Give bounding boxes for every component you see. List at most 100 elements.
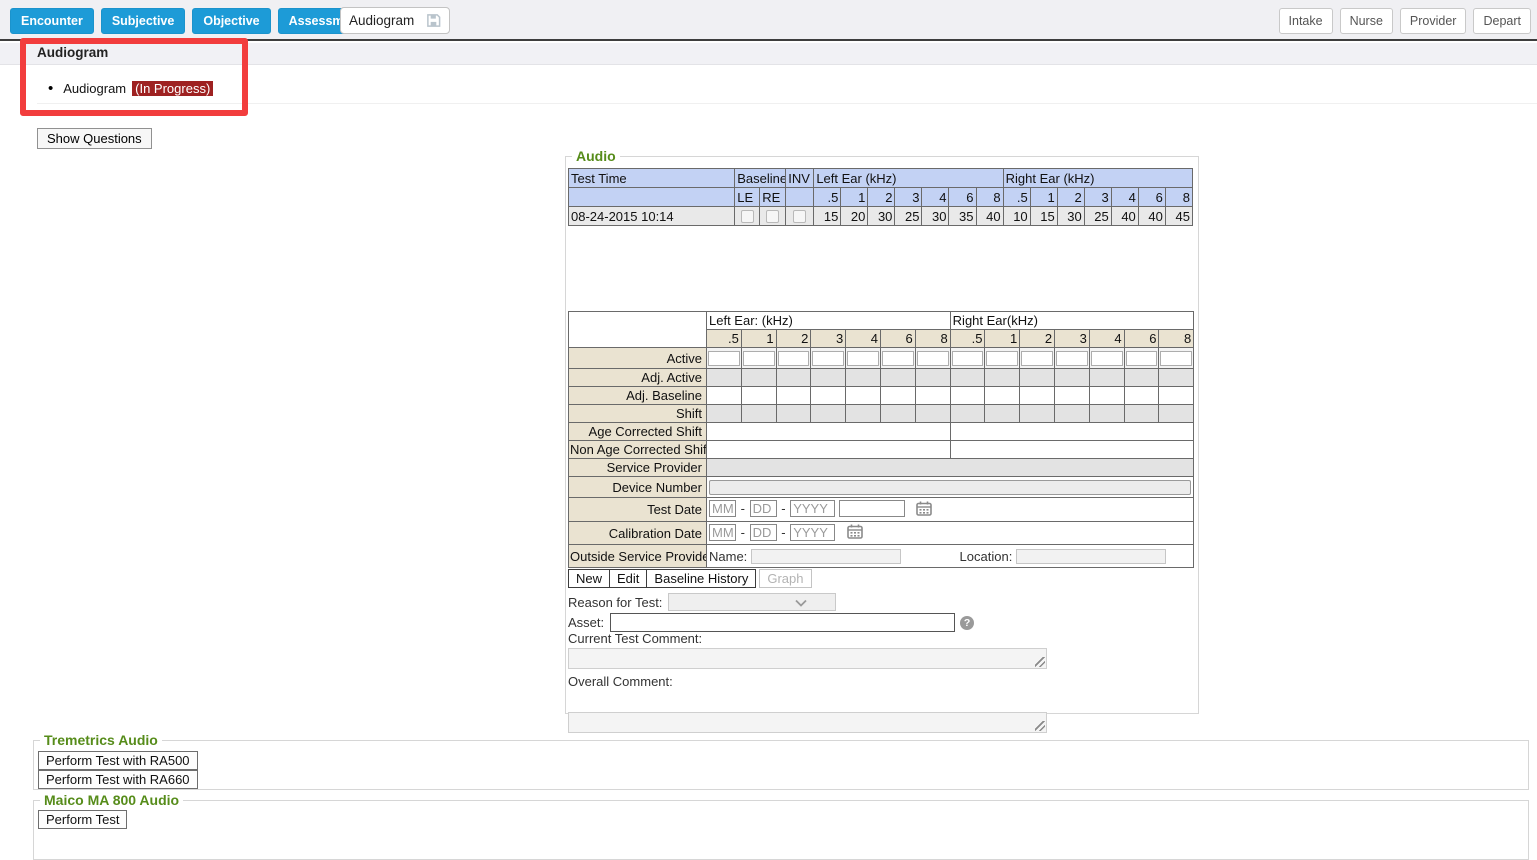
depart-button[interactable]: Depart (1473, 8, 1531, 34)
current-test-comment-textarea[interactable] (568, 648, 1047, 669)
active-input-cell[interactable] (741, 348, 776, 369)
freq-header: 2 (868, 188, 895, 207)
row-label-adj-baseline: Adj. Baseline (569, 387, 707, 405)
audiogram-list-item[interactable]: Audiogram (In Progress) (48, 80, 213, 97)
active-input-cell[interactable] (776, 348, 811, 369)
freq-header: 8 (1165, 188, 1192, 207)
left-value: 20 (841, 207, 868, 226)
freq-header: .5 (1003, 188, 1030, 207)
left-value: 35 (949, 207, 976, 226)
calibration-date-dd-input[interactable] (750, 524, 777, 541)
age-shift-left-cell (707, 423, 951, 441)
test-date-dd-input[interactable] (750, 500, 777, 517)
active-input-cell[interactable] (1089, 348, 1124, 369)
active-input-cell[interactable] (985, 348, 1020, 369)
grid-freq-header: .5 (950, 330, 985, 348)
active-input-cell[interactable] (846, 348, 881, 369)
overall-comment-textarea[interactable] (568, 712, 1047, 733)
active-input-cell[interactable] (707, 348, 742, 369)
left-value: 25 (895, 207, 922, 226)
list-item-label: Audiogram (63, 81, 126, 96)
non-age-shift-right-cell (950, 441, 1194, 459)
perform-test-button[interactable]: Perform Test (38, 810, 127, 829)
audio-history-table: Test Time Baseline INV Left Ear (kHz) Ri… (568, 168, 1193, 226)
active-input-cell[interactable] (1124, 348, 1159, 369)
row-label-outside-service-provider: Outside Service Provider (569, 545, 707, 568)
nurse-button[interactable]: Nurse (1340, 8, 1393, 34)
freq-header: 1 (1030, 188, 1057, 207)
active-input-cell[interactable] (811, 348, 846, 369)
outside-location-input[interactable] (1016, 549, 1166, 564)
baseline-le-cell (735, 207, 760, 226)
col-re: RE (760, 188, 786, 207)
active-input-cell[interactable] (1055, 348, 1090, 369)
intake-button[interactable]: Intake (1279, 8, 1333, 34)
asset-input[interactable] (610, 613, 955, 632)
help-icon[interactable]: ? (960, 616, 974, 630)
resize-grip-icon[interactable] (1035, 657, 1045, 667)
resize-grip-icon[interactable] (1035, 721, 1045, 731)
history-row: 08-24-2015 10:14 15 20 30 25 30 35 40 10… (569, 207, 1193, 226)
subjective-button[interactable]: Subjective (101, 8, 186, 34)
row-label-adj-active: Adj. Active (569, 369, 707, 387)
active-input-cell[interactable] (950, 348, 985, 369)
new-button[interactable]: New (568, 569, 610, 588)
col-inv: INV (786, 169, 814, 188)
row-label-calibration-date: Calibration Date (569, 522, 707, 545)
active-input-cell[interactable] (1159, 348, 1194, 369)
test-date-yyyy-input[interactable] (790, 500, 835, 517)
calendar-icon[interactable] (916, 501, 932, 519)
freq-header: .5 (814, 188, 841, 207)
test-time-value[interactable]: 08-24-2015 10:14 (569, 207, 735, 226)
freq-header: 4 (1111, 188, 1138, 207)
grid-freq-header: 8 (1159, 330, 1194, 348)
calibration-date-yyyy-input[interactable] (790, 524, 835, 541)
asset-row: Asset: ? (568, 613, 974, 632)
right-value: 40 (1138, 207, 1165, 226)
grid-freq-header: 4 (846, 330, 881, 348)
grid-freq-header: .5 (707, 330, 742, 348)
inv-checkbox (793, 210, 806, 223)
row-label-active: Active (569, 348, 707, 369)
perform-test-ra500-button[interactable]: Perform Test with RA500 (38, 751, 198, 770)
row-label-service-provider: Service Provider (569, 459, 707, 477)
baseline-history-button[interactable]: Baseline History (646, 569, 756, 588)
edit-button[interactable]: Edit (609, 569, 647, 588)
show-questions-button[interactable]: Show Questions (37, 128, 152, 149)
grid-freq-header: 3 (811, 330, 846, 348)
perform-test-ra660-button[interactable]: Perform Test with RA660 (38, 770, 198, 789)
right-value: 25 (1084, 207, 1111, 226)
audiogram-tab[interactable]: Audiogram (340, 7, 450, 34)
col-right-ear: Right Ear (kHz) (1003, 169, 1192, 188)
audiogram-entry-table: Left Ear: (kHz) Right Ear(kHz) .5 1 2 3 … (568, 311, 1194, 568)
objective-button[interactable]: Objective (192, 8, 270, 34)
grid-freq-header: 4 (1089, 330, 1124, 348)
test-date-mm-input[interactable] (709, 500, 736, 517)
grid-freq-header: 2 (1020, 330, 1055, 348)
outside-name-input[interactable] (751, 549, 901, 564)
grid-freq-header: 1 (741, 330, 776, 348)
grid-freq-header: 8 (915, 330, 950, 348)
audio-groupbox: Audio Test Time Baseline INV Left Ear (k… (565, 156, 1199, 714)
test-time-input[interactable] (839, 500, 905, 517)
provider-button[interactable]: Provider (1400, 8, 1467, 34)
save-icon[interactable] (426, 13, 441, 28)
reason-for-test-select[interactable] (668, 593, 836, 611)
grid-freq-header: 1 (985, 330, 1020, 348)
active-input-cell[interactable] (1020, 348, 1055, 369)
overall-comment-label: Overall Comment: (568, 674, 673, 689)
active-input-cell[interactable] (915, 348, 950, 369)
baseline-re-cell (760, 207, 786, 226)
calendar-icon[interactable] (847, 524, 863, 542)
audiogram-panel-header: Audiogram (0, 43, 1537, 65)
device-number-field[interactable] (709, 480, 1191, 495)
grid-col-left-ear: Left Ear: (kHz) (707, 312, 951, 330)
active-input-cell[interactable] (880, 348, 915, 369)
col-le: LE (735, 188, 760, 207)
maico-audio-legend: Maico MA 800 Audio (40, 792, 183, 808)
row-label-non-age-corrected-shift: Non Age Corrected Shift (569, 441, 707, 459)
freq-header: 3 (895, 188, 922, 207)
right-value: 45 (1165, 207, 1192, 226)
encounter-button[interactable]: Encounter (10, 8, 94, 34)
calibration-date-mm-input[interactable] (709, 524, 736, 541)
